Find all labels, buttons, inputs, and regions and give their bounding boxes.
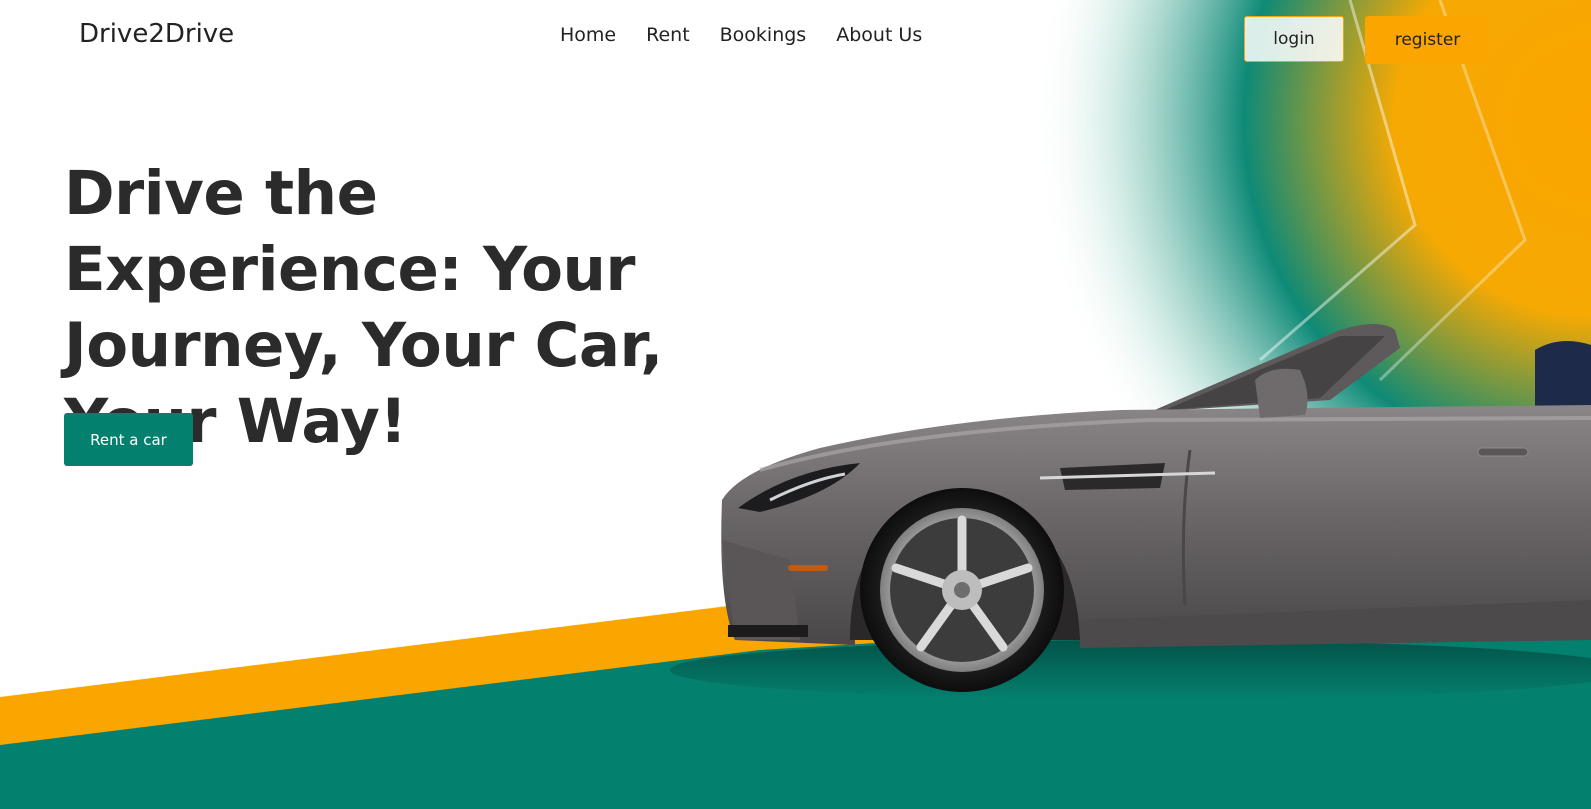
main-nav: Home Rent Bookings About Us	[560, 24, 952, 46]
rent-a-car-button[interactable]: Rent a car	[64, 413, 193, 466]
nav-rent[interactable]: Rent	[646, 24, 690, 46]
brand-logo[interactable]: Drive2Drive	[79, 19, 234, 49]
landing-page: Drive2Drive Home Rent Bookings About Us …	[0, 0, 1591, 809]
nav-home[interactable]: Home	[560, 24, 616, 46]
navbar: Drive2Drive Home Rent Bookings About Us …	[0, 0, 1591, 80]
register-button[interactable]: register	[1365, 16, 1490, 64]
nav-about-us[interactable]: About Us	[836, 24, 922, 46]
login-button[interactable]: login	[1244, 16, 1344, 62]
nav-bookings[interactable]: Bookings	[720, 24, 807, 46]
